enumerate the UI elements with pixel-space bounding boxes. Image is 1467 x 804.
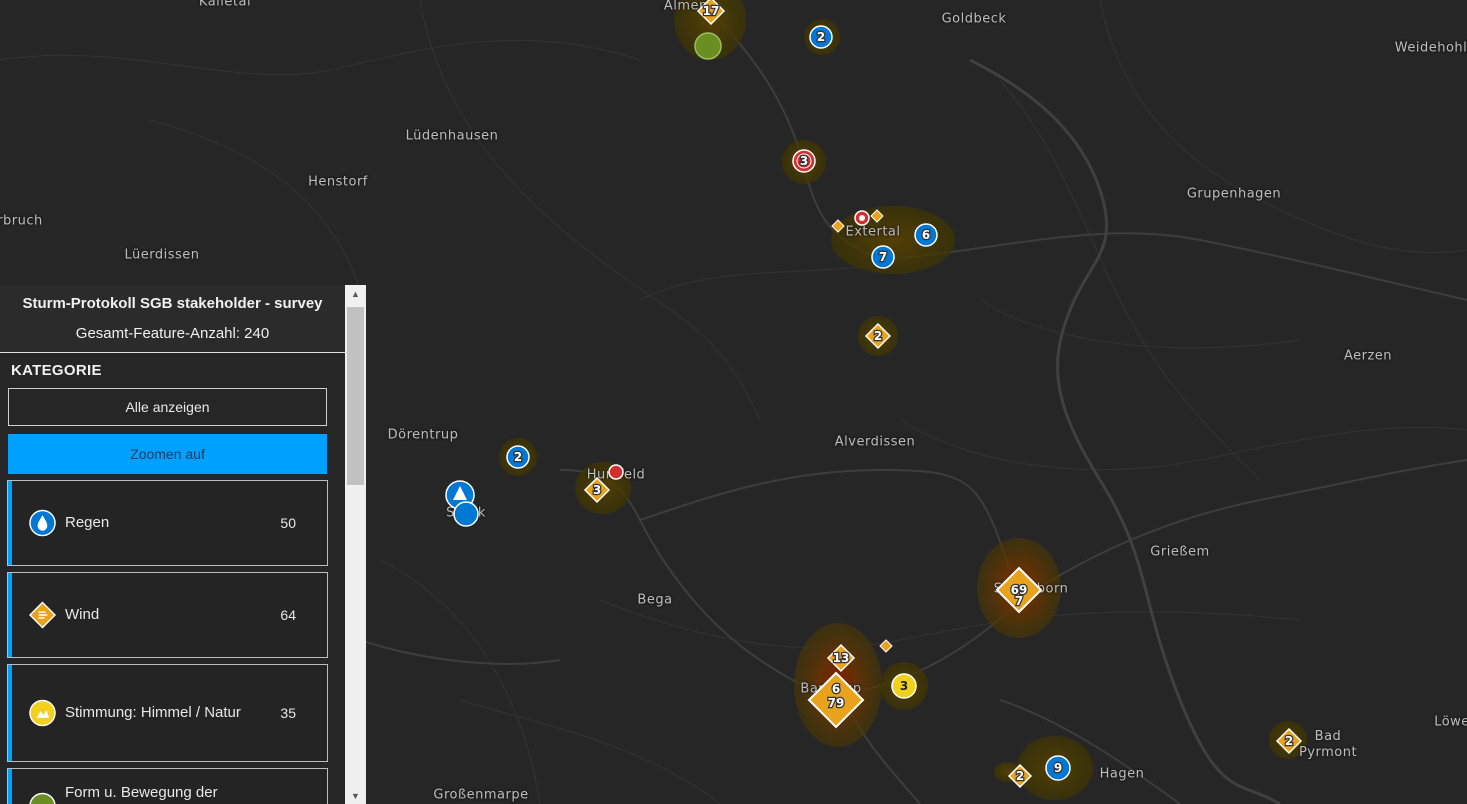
place-label: Aerzen: [1343, 348, 1393, 364]
mood-sun-icon: [29, 699, 56, 727]
wind-diamond-icon: [29, 601, 56, 629]
place-label: Kalletal: [198, 0, 252, 10]
scroll-down-icon[interactable]: ▼: [345, 787, 366, 804]
place-label: Sonneborn: [993, 581, 1069, 597]
place-label: Löwe: [1434, 714, 1467, 730]
category-item-stimmung[interactable]: Stimmung: Himmel / Natur 35: [7, 664, 328, 762]
section-label: KATEGORIE: [11, 362, 102, 379]
place-label: Hagen: [1099, 766, 1145, 782]
feature-count: Gesamt-Feature-Anzahl: 240: [75, 325, 270, 342]
panel-header: Sturm-Protokoll SGB stakeholder - survey…: [0, 285, 345, 353]
category-label: Wind: [65, 606, 100, 623]
category-count: 64: [280, 607, 296, 623]
scroll-up-icon[interactable]: ▲: [345, 285, 366, 302]
place-label: Grupenhagen: [1186, 186, 1282, 202]
place-label: Bega: [637, 592, 673, 608]
place-label: Großenmarpe: [433, 787, 529, 803]
place-label: Spork: [446, 505, 486, 521]
place-label: Weidehohl: [1394, 40, 1467, 56]
category-count: 50: [280, 515, 296, 531]
place-label: Dörentrup: [387, 427, 459, 443]
place-label: Lüerdissen: [124, 247, 200, 263]
place-label: Goldbeck: [941, 11, 1007, 27]
show-all-button[interactable]: Alle anzeigen: [8, 388, 327, 426]
place-label: Lüdenhausen: [405, 128, 499, 144]
place-label: Alverdissen: [834, 434, 916, 450]
category-label: Stimmung: Himmel / Natur: [65, 704, 241, 721]
panel-content[interactable]: Sturm-Protokoll SGB stakeholder - survey…: [0, 285, 345, 804]
raindrop-icon: [29, 509, 56, 537]
panel-title: Sturm-Protokoll SGB stakeholder - survey: [22, 295, 323, 312]
place-label: Henstorf: [308, 174, 368, 190]
category-panel: Sturm-Protokoll SGB stakeholder - survey…: [0, 285, 366, 804]
panel-scrollbar[interactable]: ▲ ▼: [345, 285, 366, 804]
place-label: Almena: [663, 0, 717, 14]
place-label: Barntrup: [800, 681, 862, 697]
place-label: Humfeld: [586, 467, 646, 483]
place-label: rbruch: [0, 213, 43, 229]
place-label: Grießem: [1150, 544, 1210, 560]
category-item-regen[interactable]: Regen 50: [7, 480, 328, 566]
place-label: Bad Pyrmont: [1298, 729, 1358, 760]
form-icon: [29, 792, 56, 804]
zoom-to-button[interactable]: Zoomen auf: [8, 434, 327, 474]
category-label: Regen: [65, 514, 110, 531]
category-item-wind[interactable]: Wind 64: [7, 572, 328, 658]
place-label: Extertal: [845, 224, 901, 240]
scrollbar-thumb[interactable]: [347, 307, 364, 485]
category-label: Form u. Bewegung der: [65, 784, 218, 801]
category-count: 35: [280, 705, 296, 721]
category-item-form[interactable]: Form u. Bewegung der: [7, 768, 328, 804]
